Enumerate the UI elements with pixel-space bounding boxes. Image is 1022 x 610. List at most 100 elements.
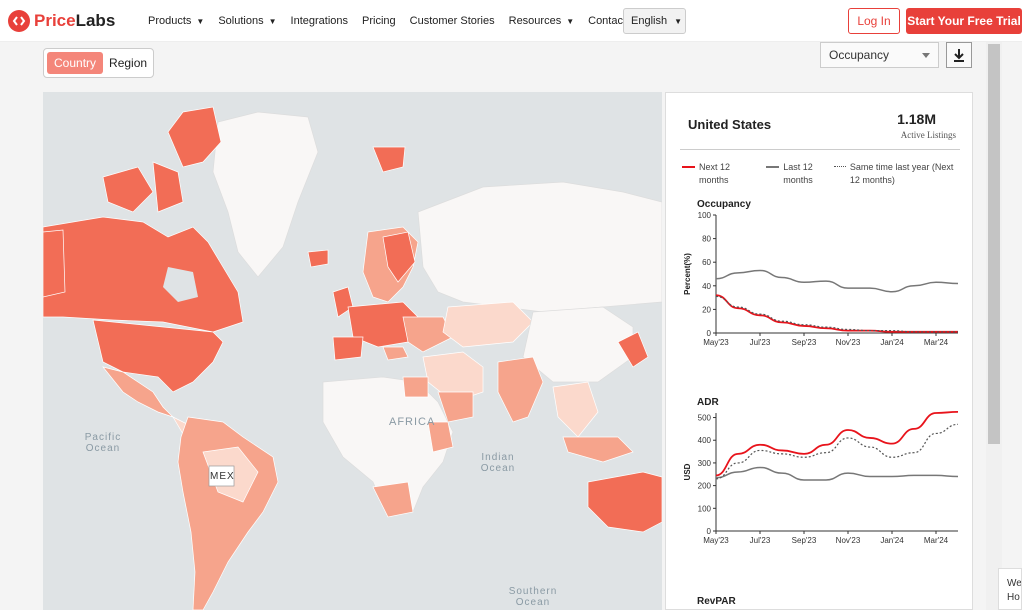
view-toggle: Country Region (43, 48, 154, 78)
russia[interactable] (417, 181, 662, 313)
nav-item-label: Contact (588, 15, 627, 27)
y-tick-label: 400 (698, 436, 712, 445)
series-next-12-months (715, 294, 958, 333)
download-icon (954, 49, 964, 62)
south-africa[interactable] (372, 481, 414, 518)
series-same-time-last-year (715, 423, 959, 480)
united-states[interactable] (92, 319, 224, 393)
legend-next-label: Next 12 months (698, 162, 730, 185)
chat-line-2: Ho (1007, 592, 1020, 603)
chat-line-1: We (1007, 578, 1022, 589)
login-button[interactable]: Log In (848, 8, 900, 34)
iceland[interactable] (307, 249, 329, 268)
metric-select-value: Occupancy (829, 48, 890, 62)
x-tick-label: Jul'23 (750, 338, 771, 347)
adr-chart[interactable]: 0 100 200 300 400 500 May'23 Jul'23 Sep'23 Nov'23… (666, 407, 972, 587)
nav-item-label: Pricing (362, 15, 396, 27)
toggle-country[interactable]: Country (47, 52, 104, 74)
language-selector[interactable]: English ▼ (623, 8, 686, 34)
y-tick-label: 200 (698, 482, 712, 491)
legend-last-label: Last 12 months (783, 162, 813, 185)
legend-same-label: Same time last year (Next 12 months) (849, 162, 954, 185)
x-tick-label: May'23 (703, 338, 729, 347)
y-tick-label: 100 (698, 211, 712, 220)
label-indian: Indian Ocean (480, 452, 516, 474)
iberia[interactable] (332, 336, 364, 361)
china[interactable] (522, 306, 634, 383)
page-scrollbar[interactable] (986, 42, 1002, 610)
x-tick-label: Mar'24 (924, 536, 949, 545)
y-tick-label: 300 (698, 459, 712, 468)
x-tick-label: Jan'24 (880, 536, 904, 545)
active-listings-value: 1.18M (897, 111, 936, 127)
main-nav: Products ▼ Solutions ▼ Integrations Pricing Cu… (148, 0, 640, 42)
toggle-region[interactable]: Region (103, 52, 153, 74)
southeast-asia[interactable] (552, 381, 599, 438)
legend-next-swatch (682, 166, 695, 168)
egypt[interactable] (402, 376, 429, 398)
x-tick-label: Sep'23 (792, 338, 817, 347)
x-tick-label: Nov'23 (836, 536, 861, 545)
nav-item-label: Resources (508, 15, 562, 27)
world-heat-map[interactable]: Pacific Ocean Indian Ocean Southern Ocea… (43, 92, 662, 610)
x-tick-label: Sep'23 (792, 536, 817, 545)
y-tick-label: 0 (707, 527, 712, 536)
active-listings-label: Active Listings (900, 130, 956, 140)
label-africa: AFRICA (389, 416, 436, 428)
legend-last-swatch (766, 166, 780, 168)
indonesia[interactable] (562, 436, 634, 463)
y-tick-label: 20 (702, 305, 711, 314)
central-asia[interactable] (442, 301, 534, 348)
top-nav-bar: PriceLabs Products ▼ Solutions ▼ Integration… (0, 0, 1022, 42)
nav-item-label: Solutions (218, 15, 264, 27)
pricelabs-logo[interactable]: PriceLabs (8, 10, 115, 32)
x-tick-label: Jul'23 (750, 536, 771, 545)
alaska[interactable] (43, 229, 66, 298)
y-tick-label: 80 (702, 235, 711, 244)
metric-select[interactable]: Occupancy (820, 42, 939, 68)
nav-item-contact[interactable]: Contact (588, 15, 626, 27)
nav-item-resources[interactable]: Resources ▼ (509, 15, 575, 27)
pricelabs-logo-icon (8, 10, 30, 32)
nav-item-pricing[interactable]: Pricing (362, 15, 396, 27)
label-pacific: Pacific Ocean (84, 432, 122, 454)
nav-item-label: Products (148, 15, 192, 27)
canada-islands[interactable] (102, 166, 154, 213)
chevron-down-icon: ▼ (674, 16, 682, 26)
y-axis-label: Percent(%) (683, 253, 692, 295)
nav-item-customer-stories[interactable]: Customer Stories (410, 15, 495, 27)
canada-arctic[interactable] (167, 106, 222, 168)
nav-item-solutions[interactable]: Solutions ▼ (218, 15, 276, 27)
nav-item-products[interactable]: Products ▼ (148, 15, 204, 27)
panel-divider (680, 149, 960, 150)
legend-next[interactable]: Next 12 months (682, 161, 750, 187)
legend-last[interactable]: Last 12 months (766, 161, 834, 187)
x-tick-label: Jan'24 (880, 338, 904, 347)
occupancy-chart[interactable]: 0 20 40 60 80 100 May'23 Jul'23 Sep'23 Nov'23 Jan'… (666, 209, 972, 379)
chevron-down-icon: ▼ (566, 16, 575, 26)
start-trial-button[interactable]: Start Your Free Trial (906, 8, 1022, 34)
india[interactable] (497, 356, 544, 423)
y-tick-label: 0 (707, 329, 712, 338)
brand-name: PriceLabs (34, 11, 116, 30)
download-button[interactable] (946, 42, 972, 68)
chat-widget[interactable]: We Ho (998, 568, 1022, 610)
svalbard[interactable] (372, 146, 406, 173)
chevron-down-icon: ▼ (268, 16, 277, 26)
legend-same[interactable]: Same time last year (Next 12 months) (834, 161, 962, 187)
y-tick-label: 500 (698, 414, 712, 423)
series-last-12-months (715, 269, 959, 293)
canada[interactable] (43, 216, 244, 333)
south-america[interactable] (177, 416, 279, 610)
nav-item-integrations[interactable]: Integrations (291, 15, 348, 27)
y-tick-label: 60 (702, 258, 711, 267)
label-mex: MEX (210, 471, 235, 482)
greenland[interactable] (212, 111, 319, 278)
label-southern: Southern Ocean (508, 586, 558, 608)
y-axis-label: USD (683, 463, 692, 480)
series-last-12-months (715, 466, 959, 481)
italy[interactable] (382, 346, 409, 361)
scrollbar-thumb[interactable] (988, 44, 1000, 444)
australia[interactable] (587, 471, 662, 533)
canada-islands-2[interactable] (152, 161, 184, 213)
